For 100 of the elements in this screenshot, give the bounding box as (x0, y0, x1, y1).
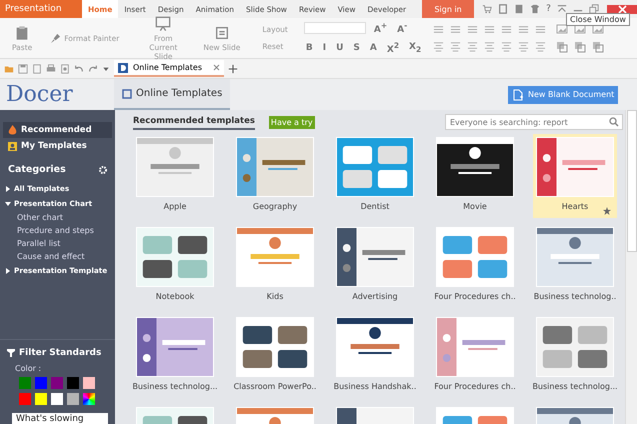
new-document-icon (513, 88, 523, 100)
format-button[interactable]: U (334, 43, 346, 53)
color-swatch[interactable] (67, 393, 79, 405)
shape-icon[interactable] (592, 41, 604, 53)
star-icon[interactable] (603, 207, 611, 215)
slide-icon[interactable] (214, 24, 230, 40)
image-icon[interactable] (556, 23, 568, 35)
template-card[interactable]: Notebook (133, 224, 217, 308)
close-icon[interactable] (213, 64, 220, 71)
template-card[interactable]: Movie (433, 134, 517, 218)
format-button[interactable]: B (304, 43, 315, 53)
caret-icon (5, 268, 11, 274)
book-icon[interactable] (514, 4, 524, 14)
list-icon[interactable] (450, 24, 462, 35)
filter-icon (7, 349, 15, 357)
sidebar-item[interactable]: Recommended (3, 122, 112, 138)
color-swatch[interactable] (35, 377, 47, 389)
search-field[interactable]: Everyone is searching: report (445, 114, 623, 130)
close-icon (618, 4, 626, 14)
settings-icon[interactable] (99, 166, 107, 174)
list-icon[interactable] (433, 24, 444, 35)
align-icon[interactable] (518, 41, 530, 52)
color-label: Color : (15, 364, 42, 373)
template-card[interactable]: Business Handshak.. (333, 314, 417, 398)
save-icon[interactable] (18, 64, 28, 74)
scrollbar[interactable] (625, 110, 637, 424)
color-swatch[interactable] (83, 377, 95, 389)
feedback-box[interactable]: What's slowing (12, 413, 108, 424)
font-size-button[interactable]: A$^{-}$ (395, 21, 410, 35)
tree-item[interactable]: Parallel list (0, 237, 115, 250)
help-button[interactable]: ? (546, 4, 551, 14)
template-card[interactable]: Four Procedures ch.. (433, 224, 517, 308)
collapse-icon[interactable] (556, 4, 567, 14)
tree-item[interactable]: Prcedure and steps (0, 224, 115, 237)
color-swatch[interactable] (19, 393, 31, 405)
color-swatch[interactable] (51, 377, 63, 389)
list-icon[interactable] (535, 24, 546, 35)
caret-icon (5, 186, 11, 192)
align-icon[interactable] (535, 41, 546, 52)
color-swatch[interactable] (67, 377, 79, 389)
list-icon[interactable] (518, 24, 530, 35)
list-icon[interactable] (467, 24, 478, 35)
list-icon[interactable] (484, 24, 496, 35)
cart-icon[interactable] (482, 4, 492, 14)
font-field[interactable] (304, 22, 366, 34)
dropdown-icon[interactable] (102, 64, 110, 72)
color-swatch[interactable] (35, 393, 47, 405)
online-templates-tab[interactable]: Online Templates (114, 79, 230, 110)
template-card[interactable]: Hearts (533, 134, 617, 218)
template-card[interactable]: Business technolog... (133, 314, 217, 398)
clipboard-icon[interactable] (14, 24, 30, 40)
preview-icon[interactable] (60, 64, 70, 74)
document-icon[interactable] (32, 64, 42, 74)
add-icon[interactable] (228, 64, 238, 74)
brush-icon[interactable] (50, 32, 62, 44)
shape-icon[interactable] (556, 41, 568, 53)
color-swatch[interactable] (19, 377, 31, 389)
align-icon[interactable] (467, 41, 478, 52)
sidebar-item[interactable]: My Templates (3, 138, 112, 154)
color-swatch[interactable] (83, 393, 95, 405)
template-card[interactable]: Advertising (333, 224, 417, 308)
template-card[interactable]: Four Procedures ch.. (433, 314, 517, 398)
restore-icon[interactable] (588, 4, 599, 14)
format-button[interactable]: I (320, 43, 328, 53)
shape-icon[interactable] (574, 41, 586, 53)
section-title: Categories (8, 164, 66, 175)
list-icon[interactable] (501, 24, 512, 35)
content-tab[interactable]: Recommended templates (133, 114, 255, 130)
align-icon[interactable] (450, 41, 462, 52)
font-size-button[interactable]: A$^{+}$ (372, 21, 390, 35)
template-card[interactable]: Geography (233, 134, 317, 218)
color-swatch[interactable] (51, 393, 63, 405)
tree-item[interactable]: Other chart (0, 211, 115, 224)
template-card[interactable]: Dentist (333, 134, 417, 218)
format-button[interactable]: X$_{2}$ (407, 42, 424, 54)
projector-icon[interactable] (155, 16, 172, 32)
close-button[interactable] (607, 4, 637, 14)
format-button[interactable]: A (368, 43, 379, 53)
tooltip: Close Window (566, 13, 630, 26)
print-icon[interactable] (46, 64, 56, 74)
portrait-icon (8, 142, 17, 150)
format-button[interactable]: S (351, 43, 362, 53)
document-logo-icon (118, 62, 128, 72)
shirt-icon[interactable] (530, 4, 540, 14)
document-icon[interactable] (498, 4, 508, 14)
template-card[interactable]: Business technolog.. (533, 224, 617, 308)
document-tab[interactable]: Online Templates (114, 60, 224, 77)
tree-item[interactable]: Cause and effect (0, 250, 115, 263)
search-icon[interactable] (609, 117, 619, 127)
undo-icon[interactable] (74, 64, 84, 74)
template-card[interactable]: Kids (233, 224, 317, 308)
redo-icon[interactable] (88, 64, 98, 74)
align-icon[interactable] (433, 41, 444, 52)
template-card[interactable]: Business technolog... (533, 314, 617, 398)
folder-icon[interactable] (4, 64, 14, 74)
format-button[interactable]: X$^{2}$ (384, 41, 402, 55)
align-icon[interactable] (501, 41, 512, 52)
template-card[interactable]: Apple (133, 134, 217, 218)
template-card[interactable]: Classroom PowerPo.. (233, 314, 317, 398)
align-icon[interactable] (484, 41, 496, 52)
